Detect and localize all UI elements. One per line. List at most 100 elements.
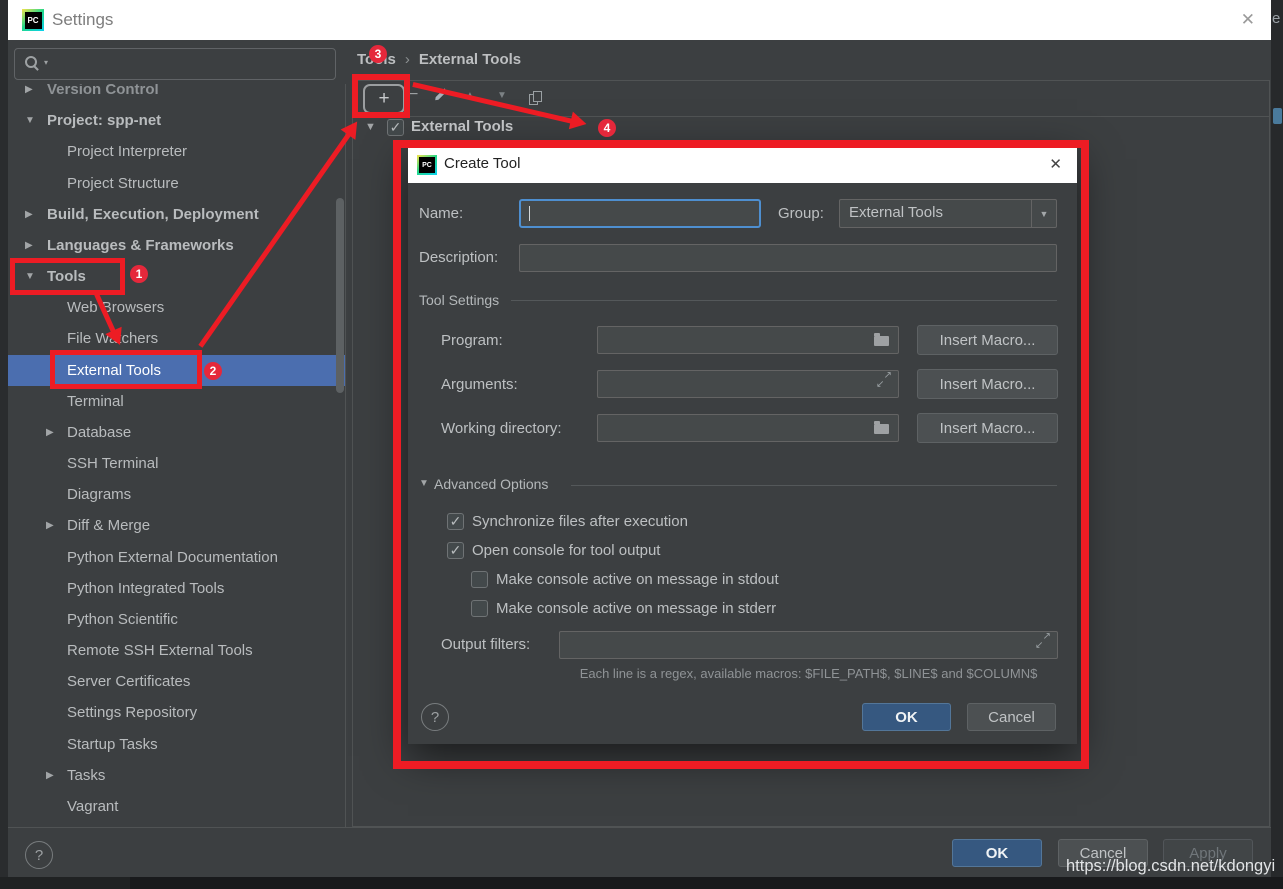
sidebar-item-python-integrated-tools[interactable]: Python Integrated Tools — [8, 573, 345, 604]
edit-tool-icon[interactable] — [434, 88, 447, 101]
arguments-field[interactable] — [597, 370, 899, 398]
sidebar-item-settings-repository[interactable]: Settings Repository — [8, 697, 345, 728]
chevron-down-icon[interactable]: ▼ — [25, 105, 35, 136]
sidebar-item-vagrant[interactable]: Vagrant — [8, 791, 345, 822]
search-dropdown-icon[interactable]: ▾ — [44, 58, 48, 67]
chevron-down-icon[interactable]: ▼ — [419, 478, 429, 489]
advanced-options-section-label[interactable]: Advanced Options — [434, 476, 548, 492]
sidebar-item-web-browsers[interactable]: Web Browsers — [8, 292, 345, 323]
add-tool-button[interactable]: + — [363, 84, 405, 114]
description-field[interactable] — [519, 244, 1057, 272]
close-icon[interactable]: ✕ — [1049, 155, 1062, 173]
sidebar-item-remote-ssh-external-tools[interactable]: Remote SSH External Tools — [8, 635, 345, 666]
dialog-row-arguments: Arguments:Insert Macro... — [408, 369, 1077, 400]
checkbox-label: Make console active on message in stderr — [496, 600, 776, 617]
name-field[interactable] — [519, 199, 761, 228]
plus-icon: + — [378, 88, 389, 110]
sidebar-item-label: Vagrant — [67, 791, 118, 822]
sidebar-item-diagrams[interactable]: Diagrams — [8, 479, 345, 510]
sidebar-item-project-structure[interactable]: Project Structure — [8, 168, 345, 199]
folder-icon[interactable] — [874, 336, 889, 346]
sidebar-item-label: Languages & Frameworks — [47, 230, 234, 261]
sidebar-item-languages-frameworks[interactable]: ▶ Languages & Frameworks — [8, 230, 345, 261]
settings-search-input[interactable]: ▾ — [14, 48, 336, 80]
sidebar-item-label: Build, Execution, Deployment — [47, 199, 259, 230]
folder-icon[interactable] — [874, 424, 889, 434]
insert-macro-button[interactable]: Insert Macro... — [917, 369, 1058, 399]
checkbox-row-make-console-active-on-message-in-stdout[interactable]: Make console active on message in stdout — [471, 571, 779, 588]
sidebar-item-label: Server Certificates — [67, 666, 190, 697]
checkbox-label: Synchronize files after execution — [472, 513, 688, 530]
sidebar-item-server-certificates[interactable]: Server Certificates — [8, 666, 345, 697]
move-up-icon[interactable]: ▲ — [465, 90, 475, 101]
insert-macro-button[interactable]: Insert Macro... — [917, 325, 1058, 355]
sidebar-item-file-watchers[interactable]: File Watchers — [8, 323, 345, 354]
move-down-icon[interactable]: ▼ — [497, 90, 507, 101]
sidebar-scrollbar[interactable] — [336, 198, 344, 393]
window-title: Settings — [52, 10, 113, 30]
sidebar-item-build-execution-deployment[interactable]: ▶ Build, Execution, Deployment — [8, 199, 345, 230]
expand-icon[interactable] — [1035, 633, 1051, 649]
chevron-right-icon[interactable]: ▶ — [25, 230, 33, 261]
sidebar-item-ssh-terminal[interactable]: SSH Terminal — [8, 448, 345, 479]
tool-settings-section-label: Tool Settings — [419, 292, 499, 308]
dialog-title: Create Tool — [444, 155, 520, 172]
chevron-right-icon[interactable]: ▶ — [46, 510, 54, 541]
sidebar-item-external-tools[interactable]: External Tools — [8, 355, 345, 386]
checkbox-checked[interactable]: ✓ — [447, 513, 464, 530]
sidebar-item-diff-merge[interactable]: ▶Diff & Merge — [8, 510, 345, 541]
chevron-down-icon[interactable]: ▼ — [1031, 200, 1056, 227]
chevron-right-icon[interactable]: ▶ — [46, 417, 54, 448]
field-label: Program: — [441, 325, 503, 356]
checkbox-unchecked[interactable] — [471, 600, 488, 617]
pycharm-logo-icon: PC — [417, 155, 437, 175]
sidebar-item-version-control[interactable]: ▶Version Control — [8, 84, 345, 105]
copy-tool-icon[interactable] — [529, 91, 542, 105]
remove-tool-button[interactable]: − — [409, 86, 418, 104]
chevron-right-icon[interactable]: ▶ — [46, 760, 54, 791]
working-directory-field[interactable] — [597, 414, 899, 442]
background-icon-fragment — [1273, 108, 1282, 124]
sidebar-item-startup-tasks[interactable]: Startup Tasks — [8, 729, 345, 760]
checkbox-row-make-console-active-on-message-in-stderr[interactable]: Make console active on message in stderr — [471, 600, 776, 617]
sidebar-item-label: Tasks — [67, 760, 105, 791]
dialog-cancel-button[interactable]: Cancel — [967, 703, 1056, 731]
checkbox-checked[interactable]: ✓ — [447, 542, 464, 559]
checkbox-row-open-console-for-tool-output[interactable]: ✓Open console for tool output — [447, 542, 660, 559]
sidebar-item-tasks[interactable]: ▶ Tasks — [8, 760, 345, 791]
external-tools-root-row[interactable]: ▼ ✓ External Tools — [353, 118, 1269, 142]
sidebar-item-database[interactable]: ▶Database — [8, 417, 345, 448]
sidebar-item-python-scientific[interactable]: Python Scientific — [8, 604, 345, 635]
sidebar-item-project-spp-net[interactable]: ▼ Project: spp-net — [8, 105, 345, 136]
section-divider — [511, 300, 1057, 301]
dialog-ok-button[interactable]: OK — [862, 703, 951, 731]
sidebar-item-label: External Tools — [67, 355, 161, 386]
chevron-down-icon[interactable]: ▼ — [25, 261, 35, 292]
help-button[interactable]: ? — [421, 703, 449, 731]
chevron-down-icon[interactable]: ▼ — [365, 121, 376, 133]
dialog-row-working-directory: Working directory:Insert Macro... — [408, 413, 1077, 444]
external-tools-checkbox[interactable]: ✓ — [387, 119, 404, 136]
sidebar-item-label: Web Browsers — [67, 292, 164, 323]
sidebar-item-label: Project: spp-net — [47, 105, 161, 136]
sidebar-item-python-external-documentation[interactable]: Python External Documentation — [8, 542, 345, 573]
close-icon[interactable]: ✕ — [1241, 10, 1255, 30]
name-label: Name: — [419, 199, 463, 228]
sidebar-item-project-interpreter[interactable]: Project Interpreter — [8, 136, 345, 167]
sidebar-item-terminal[interactable]: Terminal — [8, 386, 345, 417]
insert-macro-button[interactable]: Insert Macro... — [917, 413, 1058, 443]
program-field[interactable] — [597, 326, 899, 354]
output-filters-field[interactable] — [559, 631, 1058, 659]
help-button[interactable]: ? — [25, 841, 53, 869]
breadcrumb-tools[interactable]: Tools — [357, 51, 396, 68]
expand-icon[interactable] — [876, 372, 892, 388]
ok-button[interactable]: OK — [952, 839, 1042, 867]
sidebar-item-label: Startup Tasks — [67, 729, 158, 760]
group-select[interactable]: External Tools ▼ — [839, 199, 1057, 228]
checkbox-row-synchronize-files-after-execution[interactable]: ✓ Synchronize files after execution — [447, 513, 688, 530]
checkbox-unchecked[interactable] — [471, 571, 488, 588]
sidebar-item-tools[interactable]: ▼Tools — [8, 261, 345, 292]
chevron-right-icon[interactable]: ▶ — [25, 84, 33, 105]
chevron-right-icon[interactable]: ▶ — [25, 199, 33, 230]
background-window-right-sliver: e — [1271, 0, 1283, 889]
